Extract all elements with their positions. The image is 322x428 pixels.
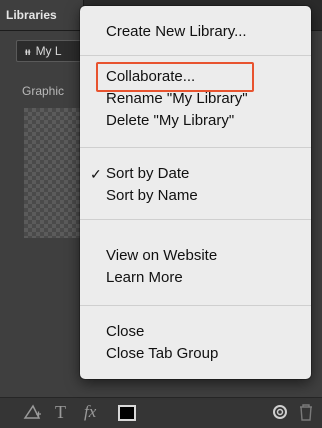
menu-item-sort-by-name[interactable]: Sort by Name: [106, 186, 198, 206]
checkmark-icon: ✓: [90, 166, 102, 182]
menu-item-rename-library[interactable]: Rename "My Library": [106, 89, 248, 109]
menu-item-create-new-library[interactable]: Create New Library...: [106, 22, 247, 42]
library-options-menu: Create New Library... Collaborate... Ren…: [80, 6, 311, 379]
creative-cloud-sync-icon[interactable]: [270, 402, 290, 428]
menu-item-sort-by-date-label: Sort by Date: [106, 165, 190, 182]
menu-separator: [80, 55, 311, 56]
library-members-icon: ᵻᵻ: [25, 47, 31, 58]
add-effect-icon[interactable]: fx: [84, 402, 96, 422]
library-selector-label: My L: [35, 44, 62, 58]
section-title-graphics: Graphic: [22, 84, 65, 98]
trash-icon[interactable]: [298, 402, 314, 428]
menu-item-close[interactable]: Close: [106, 322, 144, 342]
menu-separator: [80, 305, 311, 306]
tab-libraries[interactable]: Libraries: [0, 0, 84, 30]
color-swatch[interactable]: [118, 405, 136, 421]
menu-item-view-on-website[interactable]: View on Website: [106, 246, 217, 266]
menu-item-close-tab-group[interactable]: Close Tab Group: [106, 344, 218, 364]
add-graphic-icon[interactable]: [22, 402, 42, 428]
menu-separator: [80, 147, 311, 148]
menu-separator: [80, 219, 311, 220]
bottom-toolbar: T fx: [0, 397, 322, 428]
menu-item-collaborate[interactable]: Collaborate...: [106, 67, 195, 87]
add-text-icon[interactable]: T: [55, 402, 66, 422]
menu-item-delete-library[interactable]: Delete "My Library": [106, 111, 234, 131]
menu-item-sort-by-date[interactable]: ✓ Sort by Date: [90, 164, 190, 184]
menu-item-learn-more[interactable]: Learn More: [106, 268, 183, 288]
